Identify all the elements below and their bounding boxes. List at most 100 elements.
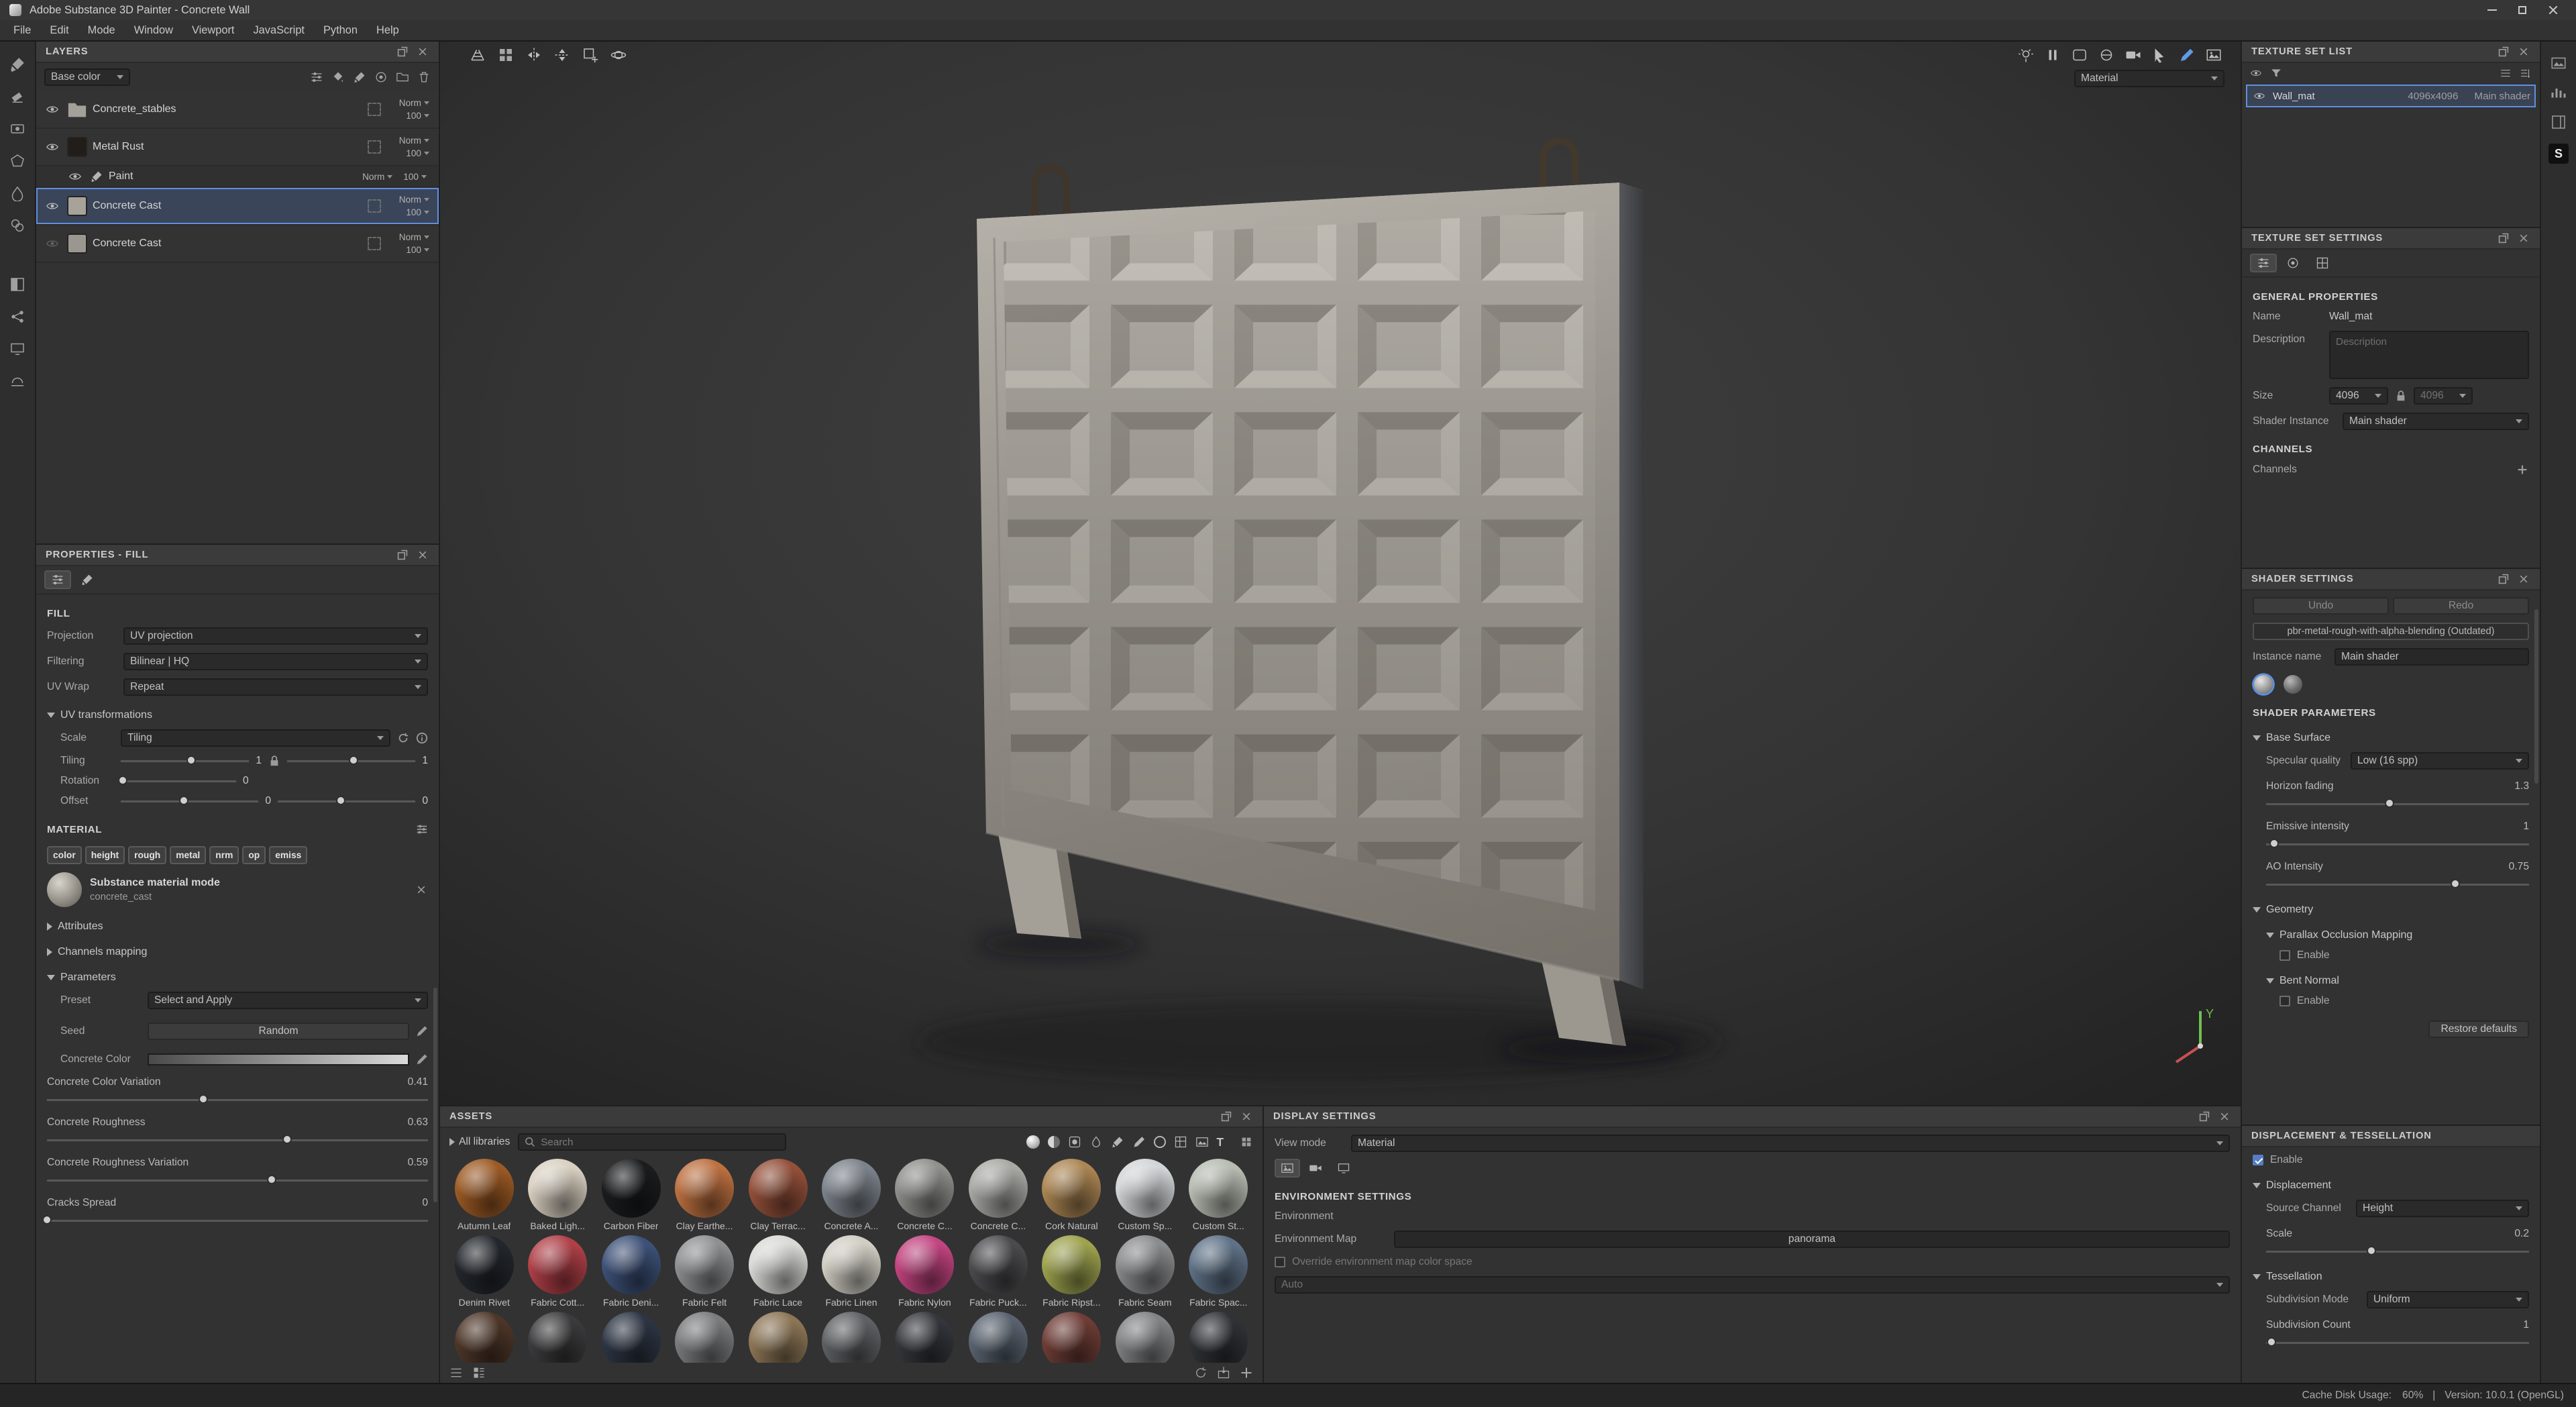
tab-camera-settings[interactable] bbox=[1303, 1159, 1328, 1178]
asset-item[interactable]: Fabric Cott... bbox=[523, 1235, 592, 1308]
undock-icon[interactable] bbox=[2497, 45, 2510, 58]
add-asset-icon[interactable] bbox=[1240, 1366, 1253, 1379]
library-selector[interactable]: All libraries bbox=[449, 1136, 510, 1148]
list-view-icon[interactable] bbox=[449, 1366, 463, 1379]
paint-tool-icon[interactable] bbox=[7, 54, 28, 75]
asset-item[interactable] bbox=[523, 1312, 592, 1363]
filter-funnel-icon[interactable] bbox=[2270, 67, 2282, 79]
filter-filters-icon[interactable] bbox=[1089, 1135, 1103, 1149]
layer-row-metal-rust[interactable]: Metal Rust Norm 100 bbox=[36, 129, 439, 166]
histogram-icon[interactable] bbox=[2551, 85, 2567, 101]
menu-javascript[interactable]: JavaScript bbox=[244, 24, 314, 37]
view-mode-dropdown[interactable]: Material bbox=[1351, 1135, 2230, 1152]
environment-map-field[interactable]: panorama bbox=[1394, 1231, 2230, 1248]
menu-python[interactable]: Python bbox=[314, 24, 367, 37]
tiling-x-value[interactable]: 1 bbox=[256, 755, 262, 767]
offset-x-slider[interactable] bbox=[121, 795, 259, 807]
specular-quality-dropdown[interactable]: Low (16 spp) bbox=[2351, 752, 2529, 770]
tab-material-properties[interactable] bbox=[44, 570, 71, 589]
close-icon[interactable] bbox=[416, 548, 429, 562]
param-slider[interactable] bbox=[47, 1174, 428, 1186]
asset-item[interactable] bbox=[1037, 1312, 1106, 1363]
ao-intensity-slider[interactable] bbox=[2266, 878, 2529, 890]
asset-item[interactable]: Custom St... bbox=[1184, 1159, 1253, 1231]
shader-instance-tab[interactable] bbox=[2254, 675, 2273, 694]
tab-channels[interactable] bbox=[2279, 254, 2306, 272]
viewport-3d[interactable]: Y Material bbox=[440, 42, 2241, 1105]
description-textarea[interactable]: Description bbox=[2329, 331, 2529, 379]
layer-row-concrete-cast-hidden[interactable]: Concrete Cast Norm 100 bbox=[36, 225, 439, 263]
asset-item[interactable]: Concrete C... bbox=[890, 1159, 959, 1231]
color-picker-icon[interactable] bbox=[416, 1053, 428, 1065]
blend-mode-dropdown[interactable]: Norm bbox=[362, 172, 392, 182]
effects-node-icon[interactable] bbox=[7, 306, 28, 327]
shader-instance-tab-2[interactable] bbox=[2284, 675, 2302, 694]
viewport-frame-icon[interactable] bbox=[2072, 47, 2088, 63]
texture-set-row-wall-mat[interactable]: Wall_mat 4096x4096 Main shader bbox=[2246, 85, 2536, 107]
material-mode-item[interactable]: Substance material mode concrete_cast bbox=[36, 864, 439, 907]
base-surface-group[interactable]: Base Surface bbox=[2242, 732, 2540, 744]
filter-fonts-icon[interactable]: T bbox=[1217, 1135, 1224, 1149]
substance-logo[interactable]: S bbox=[2548, 144, 2569, 164]
asset-item[interactable]: Fabric Puck... bbox=[963, 1235, 1032, 1308]
list-settings-icon[interactable] bbox=[2520, 67, 2532, 79]
asset-item[interactable]: Fabric Linen bbox=[816, 1235, 885, 1308]
layer-row-concrete-cast-selected[interactable]: Concrete Cast Norm 100 bbox=[36, 188, 439, 225]
blend-mode-dropdown[interactable]: Norm bbox=[399, 195, 429, 205]
channel-op-button[interactable]: op bbox=[242, 846, 266, 864]
shader-name-field[interactable]: pbr-metal-rough-with-alpha-blending (Out… bbox=[2253, 623, 2529, 640]
opacity-dropdown[interactable]: 100 bbox=[406, 111, 429, 121]
param-value[interactable]: 0.63 bbox=[408, 1116, 428, 1129]
visibility-eye-icon[interactable] bbox=[43, 103, 62, 116]
geometry-mask-icon[interactable] bbox=[7, 274, 28, 295]
mask-slot[interactable] bbox=[368, 199, 381, 213]
parameters-group[interactable]: Parameters bbox=[36, 972, 439, 984]
asset-item[interactable]: Fabric Nylon bbox=[890, 1235, 959, 1308]
blend-mode-dropdown[interactable]: Norm bbox=[399, 98, 429, 108]
mask-slot[interactable] bbox=[368, 237, 381, 250]
layer-thumbnail[interactable] bbox=[67, 137, 87, 157]
menu-window[interactable]: Window bbox=[125, 24, 182, 37]
size-width-dropdown[interactable]: 4096 bbox=[2329, 387, 2388, 405]
undock-icon[interactable] bbox=[1220, 1110, 1233, 1123]
asset-item[interactable]: Baked Ligh... bbox=[523, 1159, 592, 1231]
symmetry-x-icon[interactable] bbox=[526, 47, 542, 63]
channel-color-button[interactable]: color bbox=[47, 846, 82, 864]
horizon-fading-slider[interactable] bbox=[2266, 798, 2529, 810]
display-mode-icon[interactable] bbox=[7, 338, 28, 360]
undock-icon[interactable] bbox=[396, 45, 409, 58]
close-icon[interactable] bbox=[2517, 572, 2530, 586]
lock-ratio-icon[interactable] bbox=[2395, 390, 2407, 402]
visibility-eye-icon[interactable] bbox=[43, 199, 62, 213]
uv-wrap-dropdown[interactable]: Repeat bbox=[123, 678, 428, 696]
close-icon[interactable] bbox=[2218, 1110, 2231, 1123]
subdivision-count-value[interactable]: 1 bbox=[2523, 1319, 2529, 1331]
channel-nrm-button[interactable]: nrm bbox=[209, 846, 239, 864]
undock-icon[interactable] bbox=[2497, 231, 2510, 245]
filter-smart-masks-icon[interactable] bbox=[1068, 1135, 1081, 1149]
asset-item[interactable] bbox=[669, 1312, 739, 1363]
layer-thumbnail[interactable] bbox=[67, 196, 87, 216]
filter-smart-materials-icon[interactable] bbox=[1047, 1136, 1060, 1148]
filter-brushes-icon[interactable] bbox=[1111, 1135, 1124, 1149]
mask-slot[interactable] bbox=[368, 103, 381, 116]
source-channel-dropdown[interactable]: Height bbox=[2356, 1200, 2529, 1217]
pom-enable-checkbox[interactable] bbox=[2279, 950, 2290, 961]
gallery-icon[interactable] bbox=[2206, 47, 2222, 63]
opacity-dropdown[interactable]: 100 bbox=[406, 148, 429, 158]
visibility-eye-icon[interactable] bbox=[66, 170, 85, 183]
channel-metal-button[interactable]: metal bbox=[170, 846, 207, 864]
eraser-tool-icon[interactable] bbox=[7, 86, 28, 107]
shading-mode-dropdown[interactable]: Material bbox=[2074, 70, 2224, 87]
close-icon[interactable] bbox=[1240, 1110, 1253, 1123]
scale-value[interactable]: 0.2 bbox=[2514, 1228, 2529, 1240]
filter-textures-icon[interactable] bbox=[1195, 1135, 1209, 1149]
pencil-annotate-icon[interactable] bbox=[2179, 47, 2195, 63]
blend-mode-dropdown[interactable]: Norm bbox=[399, 232, 429, 242]
instance-name-field[interactable]: Main shader bbox=[2334, 648, 2529, 666]
maximize-button[interactable] bbox=[2518, 6, 2526, 14]
param-slider[interactable] bbox=[42, 1214, 428, 1227]
asset-item[interactable]: Concrete C... bbox=[963, 1159, 1032, 1231]
clone-tool-icon[interactable] bbox=[7, 215, 28, 236]
color-space-dropdown[interactable]: Auto bbox=[1275, 1276, 2230, 1294]
